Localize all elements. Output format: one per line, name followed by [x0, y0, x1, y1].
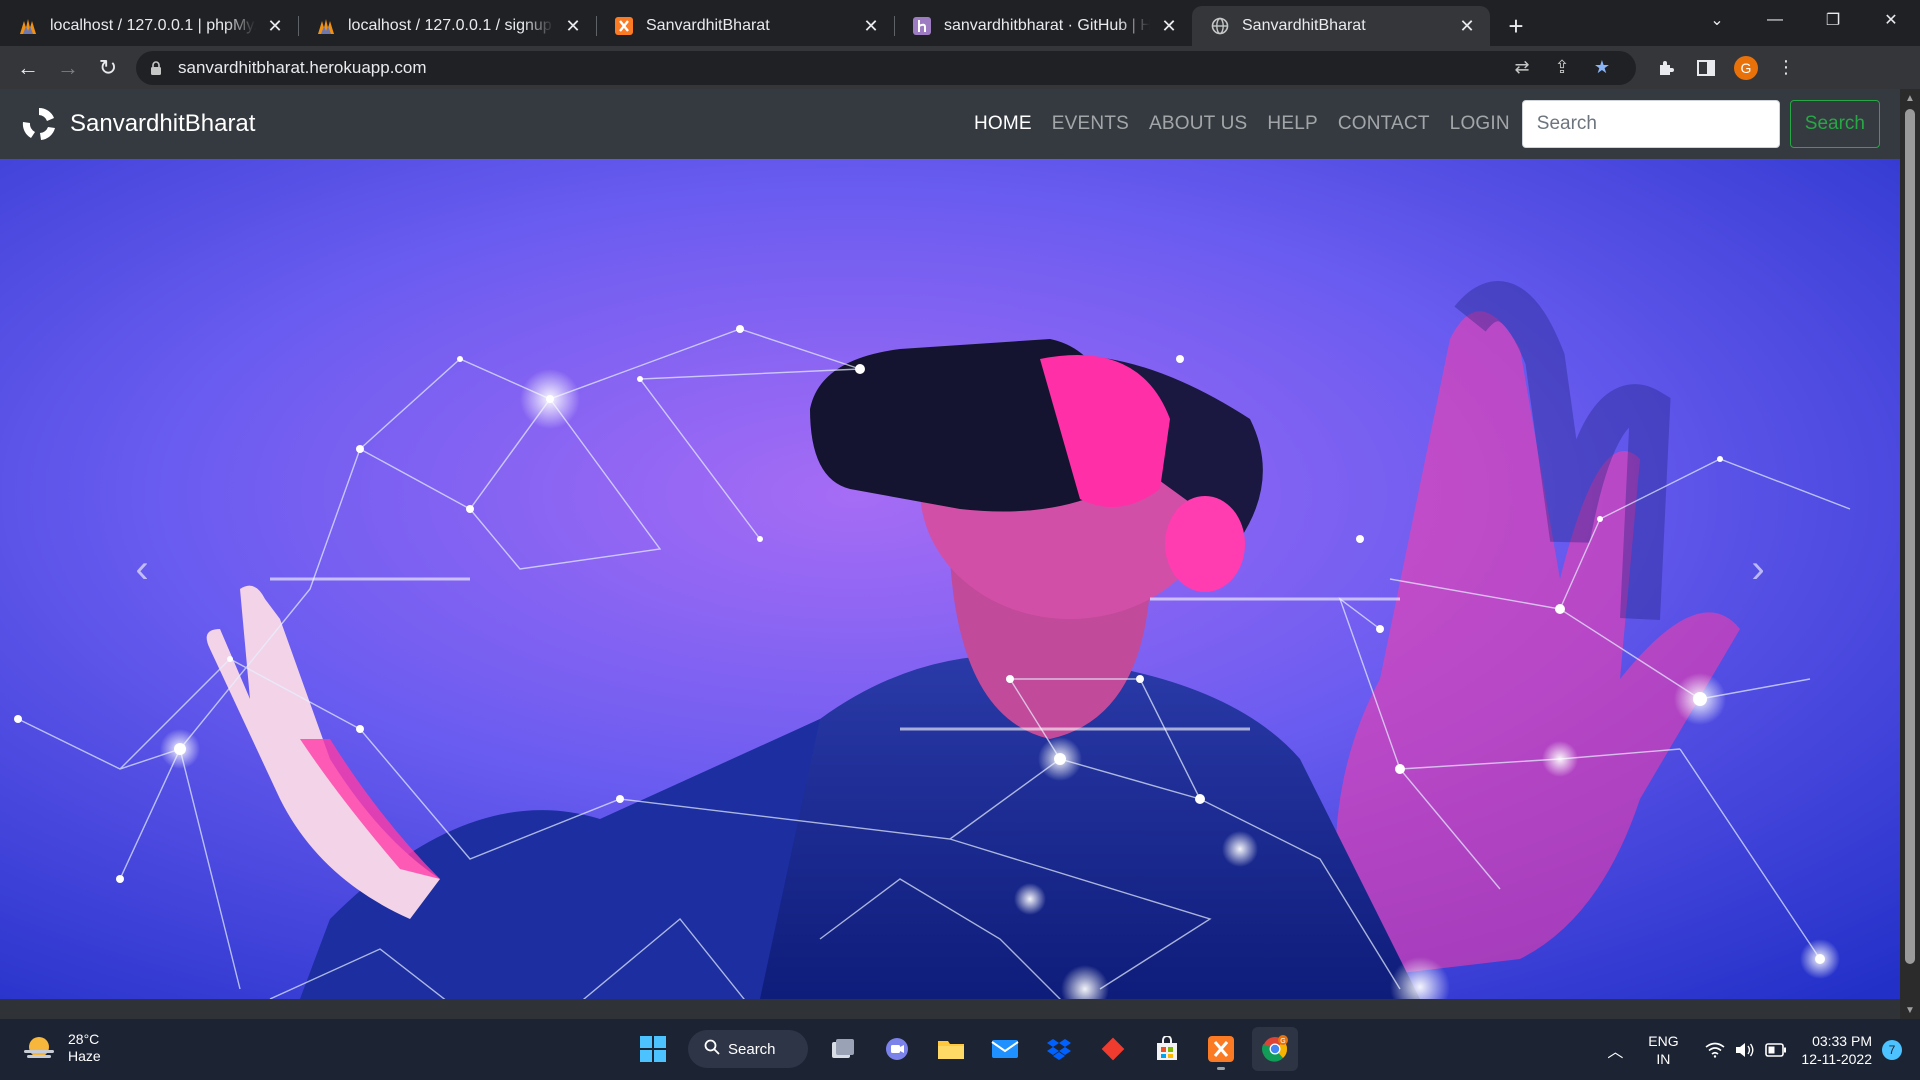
extensions-icon[interactable] — [1646, 50, 1686, 86]
taskbar-clock[interactable]: 03:33 PM 12-11-2022 — [1801, 1032, 1872, 1068]
weather-temp: 28°C — [68, 1031, 100, 1047]
nav-about-us[interactable]: ABOUT US — [1149, 113, 1247, 135]
nav-contact[interactable]: CONTACT — [1338, 113, 1430, 135]
browser-tab[interactable]: SanvardhitBharat ✕ — [596, 6, 894, 46]
battery-icon — [1765, 1042, 1787, 1057]
xampp-icon — [614, 16, 634, 36]
page-viewport: SanvardhitBharat HOME EVENTS ABOUT US HE… — [0, 89, 1920, 1019]
clock-time: 03:33 PM — [1812, 1032, 1872, 1049]
browser-tab[interactable]: sanvardhitbharat · GitHub | Heroku ✕ — [894, 6, 1192, 46]
lang-code: ENG — [1648, 1032, 1679, 1049]
system-tray: ︿ ENG IN 03:33 PM 12-11-2022 7 — [1595, 1019, 1920, 1080]
tab-title: localhost / 127.0.0.1 | phpMyAdmin — [50, 17, 256, 34]
bookmark-star-icon[interactable]: ★ — [1582, 57, 1622, 78]
browser-tab[interactable]: localhost / 127.0.0.1 / signup / re ✕ — [298, 6, 596, 46]
tab-title: SanvardhitBharat — [646, 17, 770, 34]
carousel-prev-icon[interactable]: ‹ — [112, 539, 172, 599]
reload-icon[interactable]: ↻ — [88, 50, 128, 86]
page-footer-strip — [0, 999, 1900, 1019]
brand-logo-icon — [22, 107, 55, 140]
heroku-icon — [912, 16, 932, 36]
xampp-icon[interactable] — [1198, 1027, 1244, 1071]
site-navbar: SanvardhitBharat HOME EVENTS ABOUT US HE… — [0, 89, 1900, 159]
nav-help[interactable]: HELP — [1267, 113, 1317, 135]
close-tab-icon[interactable]: ✕ — [1456, 15, 1478, 37]
chrome-icon[interactable]: G — [1252, 1027, 1298, 1071]
window-controls: ⌄ — ❐ ✕ — [1688, 0, 1920, 40]
mail-icon[interactable] — [982, 1027, 1028, 1071]
brand-name: SanvardhitBharat — [70, 110, 256, 137]
url-text[interactable]: sanvardhitbharat.herokuapp.com — [178, 58, 1502, 78]
file-explorer-icon[interactable] — [928, 1027, 974, 1071]
weather-widget[interactable]: 28°C Haze — [22, 1031, 101, 1065]
close-tab-icon[interactable]: ✕ — [264, 15, 286, 37]
menu-kebab-icon[interactable]: ⋮ — [1766, 50, 1806, 86]
windows-start-icon[interactable] — [630, 1027, 676, 1071]
show-hidden-icons-icon[interactable]: ︿ — [1595, 1038, 1635, 1062]
profile-avatar[interactable]: G — [1726, 50, 1766, 86]
tab-title: sanvardhitbharat · GitHub | Heroku — [944, 17, 1150, 34]
taskbar-apps: Search G — [626, 1027, 1302, 1071]
back-icon[interactable]: ← — [8, 50, 48, 86]
lock-icon[interactable] — [150, 60, 164, 75]
new-tab-icon[interactable]: + — [1496, 6, 1536, 46]
globe-icon — [1210, 16, 1230, 36]
side-panel-icon[interactable] — [1686, 50, 1726, 86]
haze-weather-icon — [24, 1037, 54, 1058]
teams-chat-icon[interactable] — [874, 1027, 920, 1071]
phpmyadmin-icon — [18, 16, 38, 36]
site-search-button[interactable]: Search — [1789, 100, 1880, 148]
close-tab-icon[interactable]: ✕ — [1158, 15, 1180, 37]
hero-carousel: ‹ › — [0, 159, 1900, 999]
tab-search-icon[interactable]: ⌄ — [1688, 0, 1746, 40]
search-icon — [704, 1039, 720, 1059]
share-icon[interactable]: ⇪ — [1542, 57, 1582, 78]
tab-title: localhost / 127.0.0.1 / signup / re — [348, 17, 554, 34]
forward-icon[interactable]: → — [48, 50, 88, 86]
scrollbar-thumb[interactable] — [1905, 109, 1915, 964]
nav-login[interactable]: LOGIN — [1450, 113, 1510, 135]
taskbar-search[interactable]: Search — [688, 1030, 808, 1068]
volume-icon — [1736, 1042, 1754, 1057]
page-scrollbar[interactable]: ▲ ▼ — [1900, 89, 1920, 1019]
language-indicator[interactable]: ENG IN — [1635, 1032, 1691, 1068]
wifi-icon — [1705, 1042, 1725, 1058]
scroll-up-icon[interactable]: ▲ — [1900, 89, 1920, 107]
nav-links: HOME EVENTS ABOUT US HELP CONTACT LOGIN … — [974, 100, 1880, 148]
git-icon[interactable] — [1090, 1027, 1136, 1071]
hero-image — [0, 159, 1900, 999]
dropbox-icon[interactable] — [1036, 1027, 1082, 1071]
notification-badge[interactable]: 7 — [1882, 1039, 1902, 1060]
close-tab-icon[interactable]: ✕ — [562, 15, 584, 37]
site-brand[interactable]: SanvardhitBharat — [20, 105, 255, 143]
weather-condition: Haze — [68, 1048, 101, 1064]
clock-date: 12-11-2022 — [1801, 1050, 1872, 1067]
browser-tabstrip: localhost / 127.0.0.1 | phpMyAdmin ✕ loc… — [0, 0, 1920, 46]
close-tab-icon[interactable]: ✕ — [860, 15, 882, 37]
tab-title: SanvardhitBharat — [1242, 17, 1366, 34]
microsoft-store-icon[interactable] — [1144, 1027, 1190, 1071]
lang-region: IN — [1656, 1050, 1671, 1067]
site-search-input[interactable] — [1521, 100, 1780, 148]
nav-home[interactable]: HOME — [974, 113, 1032, 135]
scroll-down-icon[interactable]: ▼ — [1900, 1001, 1920, 1019]
restore-icon[interactable]: ❐ — [1804, 0, 1862, 40]
close-window-icon[interactable]: ✕ — [1862, 0, 1920, 40]
task-view-icon[interactable] — [820, 1027, 866, 1071]
quick-settings[interactable] — [1705, 1042, 1787, 1058]
address-bar[interactable]: sanvardhitbharat.herokuapp.com ⇄ ⇪ ★ — [136, 50, 1636, 85]
carousel-next-icon[interactable]: › — [1728, 539, 1788, 599]
minimize-icon[interactable]: — — [1746, 0, 1804, 40]
svg-text:G: G — [1280, 1038, 1285, 1045]
phpmyadmin-icon — [316, 16, 336, 36]
taskbar-search-label: Search — [728, 1040, 776, 1058]
nav-events[interactable]: EVENTS — [1052, 113, 1129, 135]
windows-taskbar: 28°C Haze Search G ︿ ENG IN 03:33 PM 12-… — [0, 1019, 1920, 1080]
browser-tab-active[interactable]: SanvardhitBharat ✕ — [1192, 6, 1490, 46]
browser-toolbar: ← → ↻ sanvardhitbharat.herokuapp.com ⇄ ⇪… — [0, 46, 1920, 89]
browser-tab[interactable]: localhost / 127.0.0.1 | phpMyAdmin ✕ — [0, 6, 298, 46]
translate-icon[interactable]: ⇄ — [1502, 57, 1542, 78]
